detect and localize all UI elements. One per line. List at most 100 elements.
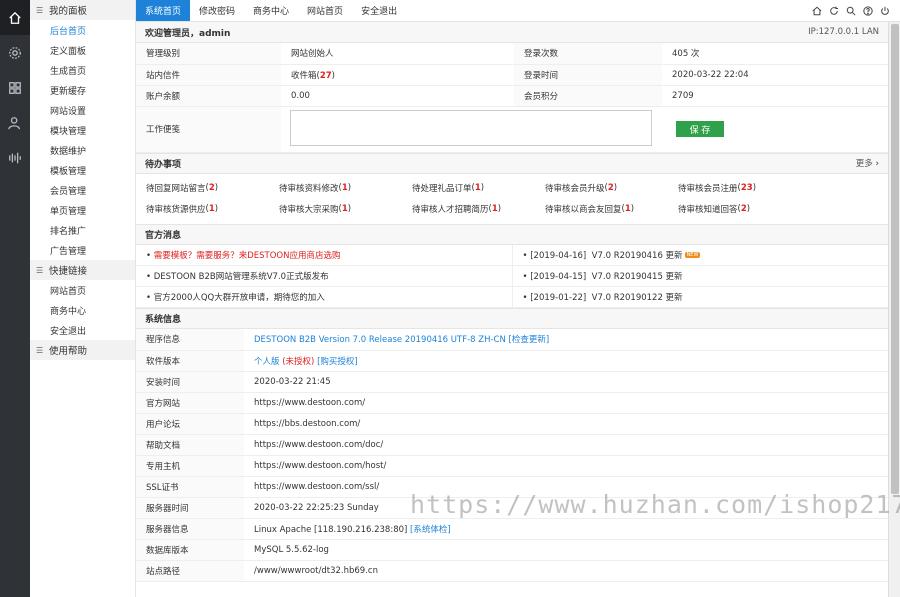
todo-item[interactable]: 待审核大宗采购 (1) xyxy=(279,199,412,220)
todo-count: 2 xyxy=(208,183,215,193)
sysinfo-action-link[interactable]: [系统体检] xyxy=(410,525,451,535)
table-row: 服务器时间 2020-03-22 22:25:23 Sunday xyxy=(136,497,888,519)
todo-item[interactable]: 待审核会员注册 (23) xyxy=(678,178,811,199)
more-label: 更多 xyxy=(855,159,873,169)
search-icon[interactable] xyxy=(845,5,856,16)
news-item[interactable]: • DESTOON B2B网站管理系统V7.0正式版发布 xyxy=(136,265,513,287)
todo-list: 待回复网站留言 (2) 待审核资料修改 (1) 待处理礼品订单 (1) 待审核会员升级… xyxy=(136,174,888,224)
welcome-header: 欢迎管理员，admin IP:127.0.0.1 LAN xyxy=(136,22,888,43)
sysinfo-label: 服务器时间 xyxy=(136,497,244,519)
sysinfo-label: SSL证书 xyxy=(136,476,244,498)
table-row: • DESTOON B2B网站管理系统V7.0正式版发布 • [2019-04-… xyxy=(136,265,888,287)
update-item[interactable]: • [2019-01-22] V7.0 R20190122 更新 xyxy=(512,286,888,308)
tab-business-center[interactable]: 商务中心 xyxy=(244,0,298,21)
tab-change-password[interactable]: 修改密码 xyxy=(190,0,244,21)
sysinfo-value-cell: MySQL 5.5.62-log xyxy=(244,539,888,561)
sysinfo-label: 软件版本 xyxy=(136,350,244,372)
info-label: 登录时间 xyxy=(514,64,662,86)
news-item[interactable]: • 官方2000人QQ大群开放申请，期待您的加入 xyxy=(136,286,513,308)
tab-site-home[interactable]: 网站首页 xyxy=(298,0,352,21)
sidebar-item[interactable]: 网站首页 xyxy=(30,280,135,300)
sidebar-item[interactable]: 更新缓存 xyxy=(30,80,135,100)
sysinfo-value-cell: https://bbs.destoon.com/ xyxy=(244,413,888,435)
news-item[interactable]: • 需要模板？需要服务？来DESTOON应用商店选购 xyxy=(136,244,513,266)
top-bar: 系统首页 修改密码 商务中心 网站首页 安全退出 xyxy=(136,0,900,22)
memo-label: 工作便笺 xyxy=(136,106,281,153)
sysinfo-action-link[interactable]: [检查更新] xyxy=(509,335,550,345)
power-icon[interactable] xyxy=(879,5,890,16)
todo-count: 1 xyxy=(624,204,631,214)
update-date: [2019-01-22] xyxy=(530,293,587,303)
memo-textarea[interactable] xyxy=(290,109,652,146)
sysinfo-value[interactable]: DESTOON B2B Version 7.0 Release 20190416… xyxy=(254,335,506,345)
tab-logout[interactable]: 安全退出 xyxy=(352,0,406,21)
sidebar-group[interactable]: ☰ 快捷链接 xyxy=(30,260,135,280)
todo-count: 23 xyxy=(740,183,753,193)
todo-title: 待办事项 xyxy=(145,159,182,170)
table-row: 账户余额 0.00 会员积分 2709 xyxy=(136,85,888,107)
sidebar-item[interactable]: 网站设置 xyxy=(30,100,135,120)
sidebar-item[interactable]: 数据维护 xyxy=(30,140,135,160)
sidebar-group[interactable]: ☰ 使用帮助 xyxy=(30,340,135,360)
todo-text: 待处理礼品订单 xyxy=(412,184,472,194)
sidebar-item[interactable]: 排名推广 xyxy=(30,220,135,240)
tab-home[interactable]: 系统首页 xyxy=(136,0,191,21)
save-button[interactable]: 保 存 xyxy=(676,121,724,137)
update-item[interactable]: • [2019-04-16] V7.0 R20190416 更新 NEW xyxy=(512,244,888,266)
sysinfo-action-link[interactable]: [购买授权] xyxy=(317,357,358,367)
sidebar-item[interactable]: 商务中心 xyxy=(30,300,135,320)
todo-item[interactable]: 待审核货源供应 (1) xyxy=(146,199,279,220)
sidebar-item[interactable]: 单页管理 xyxy=(30,200,135,220)
todo-count: 2 xyxy=(607,183,614,193)
sidebar-item[interactable]: 安全退出 xyxy=(30,320,135,340)
todo-item[interactable]: 待处理礼品订单 (1) xyxy=(412,178,545,199)
toolbar-icons xyxy=(811,0,900,21)
info-label: 管理级别 xyxy=(136,43,281,65)
todo-text: 待回复网站留言 xyxy=(146,184,206,194)
sidebar-group[interactable]: ☰ 我的面板 xyxy=(30,0,135,20)
sidebar-item[interactable]: 会员管理 xyxy=(30,180,135,200)
sidebar-item[interactable]: 生成首页 xyxy=(30,60,135,80)
gear-icon[interactable] xyxy=(0,35,30,70)
main-content: 欢迎管理员，admin IP:127.0.0.1 LAN 管理级别 网站创始人 … xyxy=(136,22,888,597)
sysinfo-value[interactable]: 个人版 xyxy=(254,357,280,367)
todo-count: 1 xyxy=(341,183,348,193)
todo-item[interactable]: 待审核会员升级 (2) xyxy=(545,178,678,199)
refresh-icon[interactable] xyxy=(828,5,839,16)
update-item[interactable]: • [2019-04-15] V7.0 R20190415 更新 xyxy=(512,265,888,287)
info-value: 网站创始人 xyxy=(281,43,515,65)
info-label: 站内信件 xyxy=(136,64,281,86)
home-icon[interactable] xyxy=(811,5,822,16)
todo-text: 待审核会员注册 xyxy=(678,184,738,194)
more-link[interactable]: 更多 › xyxy=(856,157,879,169)
sidebar-item[interactable]: 广告管理 xyxy=(30,240,135,260)
todo-item[interactable]: 待回复网站留言 (2) xyxy=(146,178,279,199)
sidebar-item[interactable]: 定义面板 xyxy=(30,40,135,60)
scrollbar[interactable] xyxy=(888,22,900,597)
todo-item[interactable]: 待审核知道回答 (2) xyxy=(678,199,811,220)
table-row: 帮助文档 https://www.destoon.com/doc/ xyxy=(136,434,888,456)
help-icon[interactable] xyxy=(862,5,873,16)
update-date: [2019-04-16] xyxy=(530,250,587,261)
todo-item[interactable]: 待审核以商会友回复 (1) xyxy=(545,199,678,220)
sysinfo-value-cell: https://www.destoon.com/host/ xyxy=(244,455,888,477)
grid-icon[interactable] xyxy=(0,70,30,105)
user-icon[interactable] xyxy=(0,105,30,140)
sysinfo-value-cell: 2020-03-22 21:45 xyxy=(244,371,888,393)
table-row: 官方网站 https://www.destoon.com/ xyxy=(136,392,888,414)
sidebar-item[interactable]: 模块管理 xyxy=(30,120,135,140)
sysinfo-value: 2020-03-22 21:45 xyxy=(254,376,331,387)
menu-icon: ☰ xyxy=(36,5,44,15)
info-value: 0.00 xyxy=(281,85,515,107)
sidebar-item[interactable]: 模板管理 xyxy=(30,160,135,180)
sysinfo-label: 数据库版本 xyxy=(136,539,244,561)
sidebar-group-label: 使用帮助 xyxy=(49,346,88,357)
sidebar-item[interactable]: 后台首页 xyxy=(30,20,135,40)
inbox-link[interactable]: 收件箱(27) xyxy=(281,64,515,86)
scrollbar-thumb[interactable] xyxy=(891,24,899,494)
todo-count: 1 xyxy=(491,204,498,214)
chart-icon[interactable] xyxy=(0,140,30,175)
home-icon[interactable] xyxy=(0,0,30,35)
todo-item[interactable]: 待审核人才招聘简历 (1) xyxy=(412,199,545,220)
todo-item[interactable]: 待审核资料修改 (1) xyxy=(279,178,412,199)
